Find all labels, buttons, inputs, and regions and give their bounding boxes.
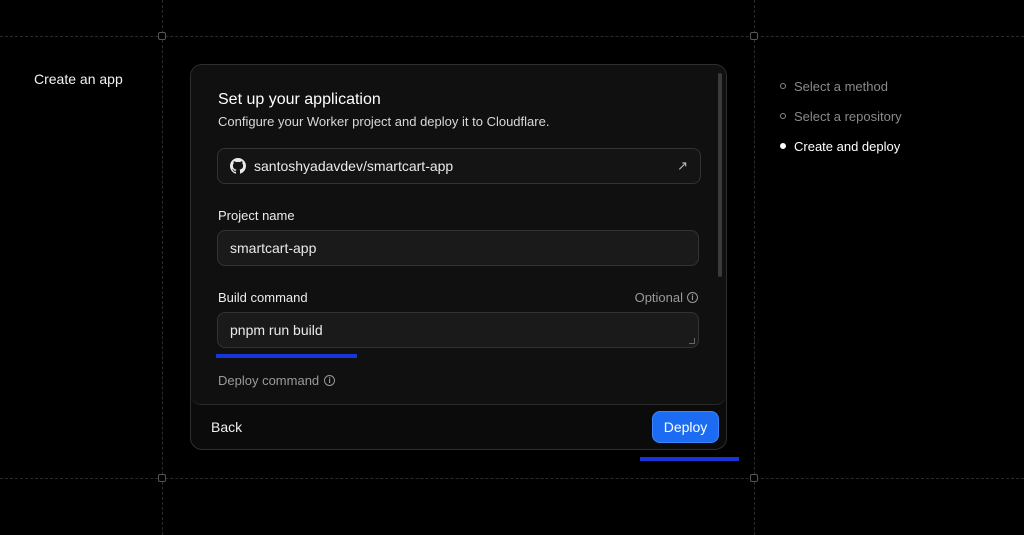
guide-line-left [162, 0, 163, 535]
step-create-and-deploy[interactable]: Create and deploy [780, 131, 902, 161]
info-icon[interactable]: i [687, 292, 698, 303]
corner-marker [750, 474, 758, 482]
card-subtitle: Configure your Worker project and deploy… [218, 114, 550, 129]
build-command-input[interactable]: pnpm run build [217, 312, 699, 348]
step-select-method[interactable]: Select a method [780, 71, 902, 101]
deploy-button[interactable]: Deploy [652, 411, 719, 443]
guide-line-top [0, 36, 1024, 37]
step-select-repository[interactable]: Select a repository [780, 101, 902, 131]
corner-marker [158, 474, 166, 482]
build-command-label: Build command [218, 290, 308, 305]
stepper: Select a method Select a repository Crea… [780, 71, 902, 161]
corner-marker [750, 32, 758, 40]
repository-name: santoshyadavdev/smartcart-app [254, 158, 454, 174]
step-label: Select a method [794, 78, 888, 94]
step-dot-icon [780, 113, 786, 119]
project-name-input[interactable]: smartcart-app [217, 230, 699, 266]
step-dot-icon [780, 83, 786, 89]
guide-line-bottom [0, 478, 1024, 479]
github-icon [230, 158, 246, 174]
info-icon[interactable]: i [324, 375, 336, 386]
page-title: Create an app [34, 71, 123, 87]
step-label: Select a repository [794, 108, 902, 124]
back-button[interactable]: Back [209, 415, 244, 439]
deploy-command-label: Deploy command [218, 373, 320, 388]
step-label: Create and deploy [794, 138, 901, 154]
highlight-underline [640, 457, 739, 461]
deploy-command-label-row: Deploy command i [218, 373, 336, 388]
corner-marker [158, 32, 166, 40]
card-title: Set up your application [218, 91, 381, 108]
optional-hint: Optional i [635, 290, 698, 305]
resize-handle[interactable] [689, 338, 695, 344]
build-command-value: pnpm run build [230, 322, 323, 338]
project-name-label: Project name [218, 208, 295, 223]
highlight-underline [216, 354, 357, 358]
repository-link[interactable]: santoshyadavdev/smartcart-app ↗ [217, 148, 701, 184]
scrollbar[interactable] [718, 73, 722, 277]
guide-line-right [754, 0, 755, 535]
setup-card: Set up your application Configure your W… [190, 64, 727, 450]
optional-label: Optional [634, 290, 683, 305]
step-dot-icon [780, 143, 786, 149]
external-link-icon[interactable]: ↗ [677, 158, 688, 174]
